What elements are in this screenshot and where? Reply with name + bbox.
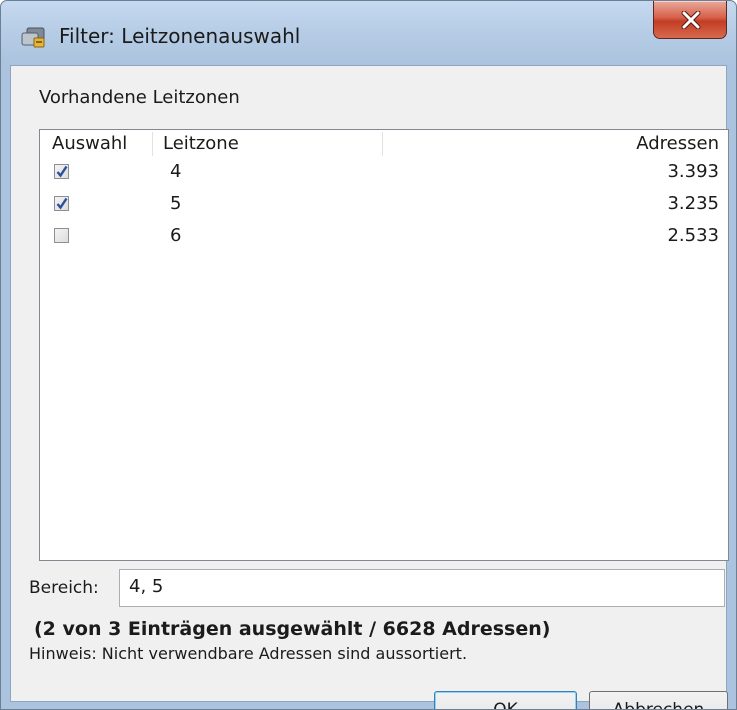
hint-text: Hinweis: Nicht verwendbare Adressen sind… (29, 644, 468, 663)
list-header: Auswahl Leitzone Adressen (40, 130, 728, 158)
cell-leitzone: 5 (170, 193, 182, 214)
dialog-client-area: Vorhandene Leitzonen Auswahl Leitzone Ad… (10, 65, 729, 709)
selection-summary: (2 von 3 Einträgen ausgewählt / 6628 Adr… (34, 618, 551, 640)
column-header-leitzone[interactable]: Leitzone (163, 133, 239, 155)
range-input[interactable]: 4, 5 (119, 569, 725, 607)
cell-adressen: 2.533 (667, 225, 719, 246)
group-label: Vorhandene Leitzonen (39, 87, 240, 108)
cell-adressen: 3.235 (667, 193, 719, 214)
window-title: Filter: Leitzonenauswahl (59, 24, 301, 48)
column-divider[interactable] (382, 132, 383, 156)
checkmark-icon (56, 197, 68, 210)
range-label: Bereich: (29, 578, 99, 598)
table-row[interactable]: 5 3.235 (40, 190, 728, 222)
row-checkbox[interactable] (54, 164, 69, 179)
table-row[interactable]: 4 3.393 (40, 158, 728, 190)
row-checkbox[interactable] (54, 196, 69, 211)
close-button[interactable] (653, 1, 727, 39)
column-header-adressen[interactable]: Adressen (636, 133, 719, 155)
cancel-button[interactable]: Abbrechen (589, 691, 728, 709)
checkmark-icon (56, 165, 68, 178)
cell-leitzone: 6 (170, 225, 182, 246)
cell-leitzone: 4 (170, 161, 182, 182)
ok-button[interactable]: OK (434, 691, 577, 709)
row-checkbox[interactable] (54, 228, 69, 243)
dialog-window: Filter: Leitzonenauswahl Vorhandene Leit… (0, 0, 737, 710)
zone-list[interactable]: Auswahl Leitzone Adressen 4 3.393 5 3.23… (39, 129, 729, 561)
table-row[interactable]: 6 2.533 (40, 222, 728, 254)
column-header-auswahl[interactable]: Auswahl (52, 133, 127, 155)
filter-app-icon (21, 24, 47, 48)
cell-adressen: 3.393 (667, 161, 719, 182)
title-bar[interactable]: Filter: Leitzonenauswahl (1, 1, 736, 65)
column-divider[interactable] (152, 132, 153, 156)
